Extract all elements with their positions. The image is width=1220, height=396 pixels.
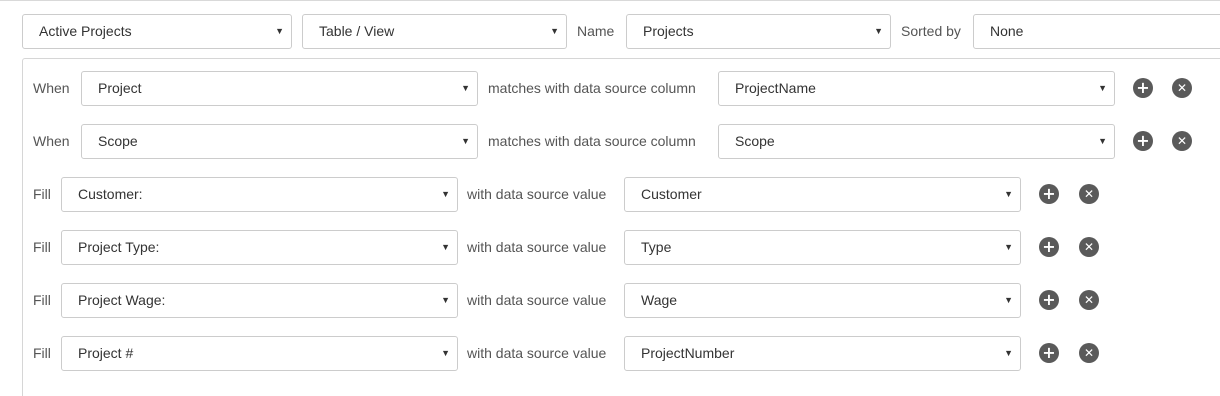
rule-source-value: Wage bbox=[641, 292, 678, 308]
rule-source-value: Type bbox=[641, 239, 672, 255]
rule-source-select[interactable]: ProjectName ▼ bbox=[718, 71, 1115, 106]
x-circle-icon[interactable]: ✕ bbox=[1172, 131, 1192, 151]
type-select[interactable]: Table / View ▼ bbox=[302, 14, 567, 49]
rule-source-value: Customer bbox=[641, 186, 702, 202]
x-circle-icon[interactable]: ✕ bbox=[1172, 78, 1192, 98]
rule-connector-label: with data source value bbox=[467, 345, 607, 361]
name-select[interactable]: Projects ▼ bbox=[626, 14, 891, 49]
plus-circle-icon[interactable]: + bbox=[1039, 343, 1059, 363]
rule-connector-label: matches with data source column bbox=[488, 133, 696, 149]
x-circle-icon[interactable]: ✕ bbox=[1079, 184, 1099, 204]
plus-circle-icon[interactable]: + bbox=[1039, 184, 1059, 204]
rule-kind-label: Fill bbox=[33, 345, 51, 361]
caret-down-icon: ▼ bbox=[1004, 295, 1013, 305]
x-circle-icon[interactable]: ✕ bbox=[1079, 343, 1099, 363]
x-circle-icon[interactable]: ✕ bbox=[1079, 290, 1099, 310]
rule-field-select[interactable]: Project ▼ bbox=[81, 71, 478, 106]
caret-down-icon: ▼ bbox=[461, 83, 470, 93]
rule-source-value: Scope bbox=[735, 133, 775, 149]
rule-field-select[interactable]: Project Type: ▼ bbox=[61, 230, 458, 265]
rule-field-value: Scope bbox=[98, 133, 138, 149]
rule-source-select[interactable]: Customer ▼ bbox=[624, 177, 1021, 212]
name-label: Name bbox=[577, 23, 615, 39]
rule-source-select[interactable]: Scope ▼ bbox=[718, 124, 1115, 159]
plus-circle-icon[interactable]: + bbox=[1039, 237, 1059, 257]
rule-source-select[interactable]: Wage ▼ bbox=[624, 283, 1021, 318]
rule-field-value: Project Type: bbox=[78, 239, 160, 255]
rule-field-select[interactable]: Project Wage: ▼ bbox=[61, 283, 458, 318]
rule-source-value: ProjectNumber bbox=[641, 345, 735, 361]
caret-down-icon: ▼ bbox=[441, 242, 450, 252]
rule-source-select[interactable]: Type ▼ bbox=[624, 230, 1021, 265]
rule-kind-label: Fill bbox=[33, 239, 51, 255]
type-select-value: Table / View bbox=[319, 23, 395, 39]
sorted-by-select-value: None bbox=[990, 23, 1024, 39]
caret-down-icon: ▼ bbox=[441, 348, 450, 358]
caret-down-icon: ▼ bbox=[441, 295, 450, 305]
mapping-editor: Active Projects ▼ Table / View ▼ Name Pr… bbox=[0, 0, 1220, 396]
plus-circle-icon[interactable]: + bbox=[1039, 290, 1059, 310]
rule-source-value: ProjectName bbox=[735, 80, 816, 96]
caret-down-icon: ▼ bbox=[874, 26, 883, 36]
view-select[interactable]: Active Projects ▼ bbox=[22, 14, 292, 49]
rule-field-value: Project bbox=[98, 80, 142, 96]
caret-down-icon: ▼ bbox=[461, 136, 470, 146]
caret-down-icon: ▼ bbox=[275, 26, 284, 36]
caret-down-icon: ▼ bbox=[1004, 348, 1013, 358]
rule-field-value: Project Wage: bbox=[78, 292, 166, 308]
rule-connector-label: with data source value bbox=[467, 239, 607, 255]
caret-down-icon: ▼ bbox=[1004, 242, 1013, 252]
caret-down-icon: ▼ bbox=[1004, 189, 1013, 199]
sorted-by-select[interactable]: None bbox=[973, 14, 1220, 49]
rule-connector-label: matches with data source column bbox=[488, 80, 696, 96]
plus-circle-icon[interactable]: + bbox=[1133, 131, 1153, 151]
rule-kind-label: When bbox=[33, 80, 70, 96]
rule-field-select[interactable]: Scope ▼ bbox=[81, 124, 478, 159]
rule-connector-label: with data source value bbox=[467, 292, 607, 308]
rule-field-value: Customer: bbox=[78, 186, 143, 202]
sorted-by-label: Sorted by bbox=[901, 23, 961, 39]
rule-kind-label: Fill bbox=[33, 292, 51, 308]
caret-down-icon: ▼ bbox=[1098, 83, 1107, 93]
rule-field-value: Project # bbox=[78, 345, 134, 361]
caret-down-icon: ▼ bbox=[441, 189, 450, 199]
name-select-value: Projects bbox=[643, 23, 694, 39]
rule-field-select[interactable]: Project # ▼ bbox=[61, 336, 458, 371]
plus-circle-icon[interactable]: + bbox=[1133, 78, 1153, 98]
caret-down-icon: ▼ bbox=[550, 26, 559, 36]
rule-field-select[interactable]: Customer: ▼ bbox=[61, 177, 458, 212]
rule-connector-label: with data source value bbox=[467, 186, 607, 202]
top-divider bbox=[0, 0, 1220, 1]
caret-down-icon: ▼ bbox=[1098, 136, 1107, 146]
view-select-value: Active Projects bbox=[39, 23, 132, 39]
x-circle-icon[interactable]: ✕ bbox=[1079, 237, 1099, 257]
rule-kind-label: Fill bbox=[33, 186, 51, 202]
rule-kind-label: When bbox=[33, 133, 70, 149]
rule-source-select[interactable]: ProjectNumber ▼ bbox=[624, 336, 1021, 371]
